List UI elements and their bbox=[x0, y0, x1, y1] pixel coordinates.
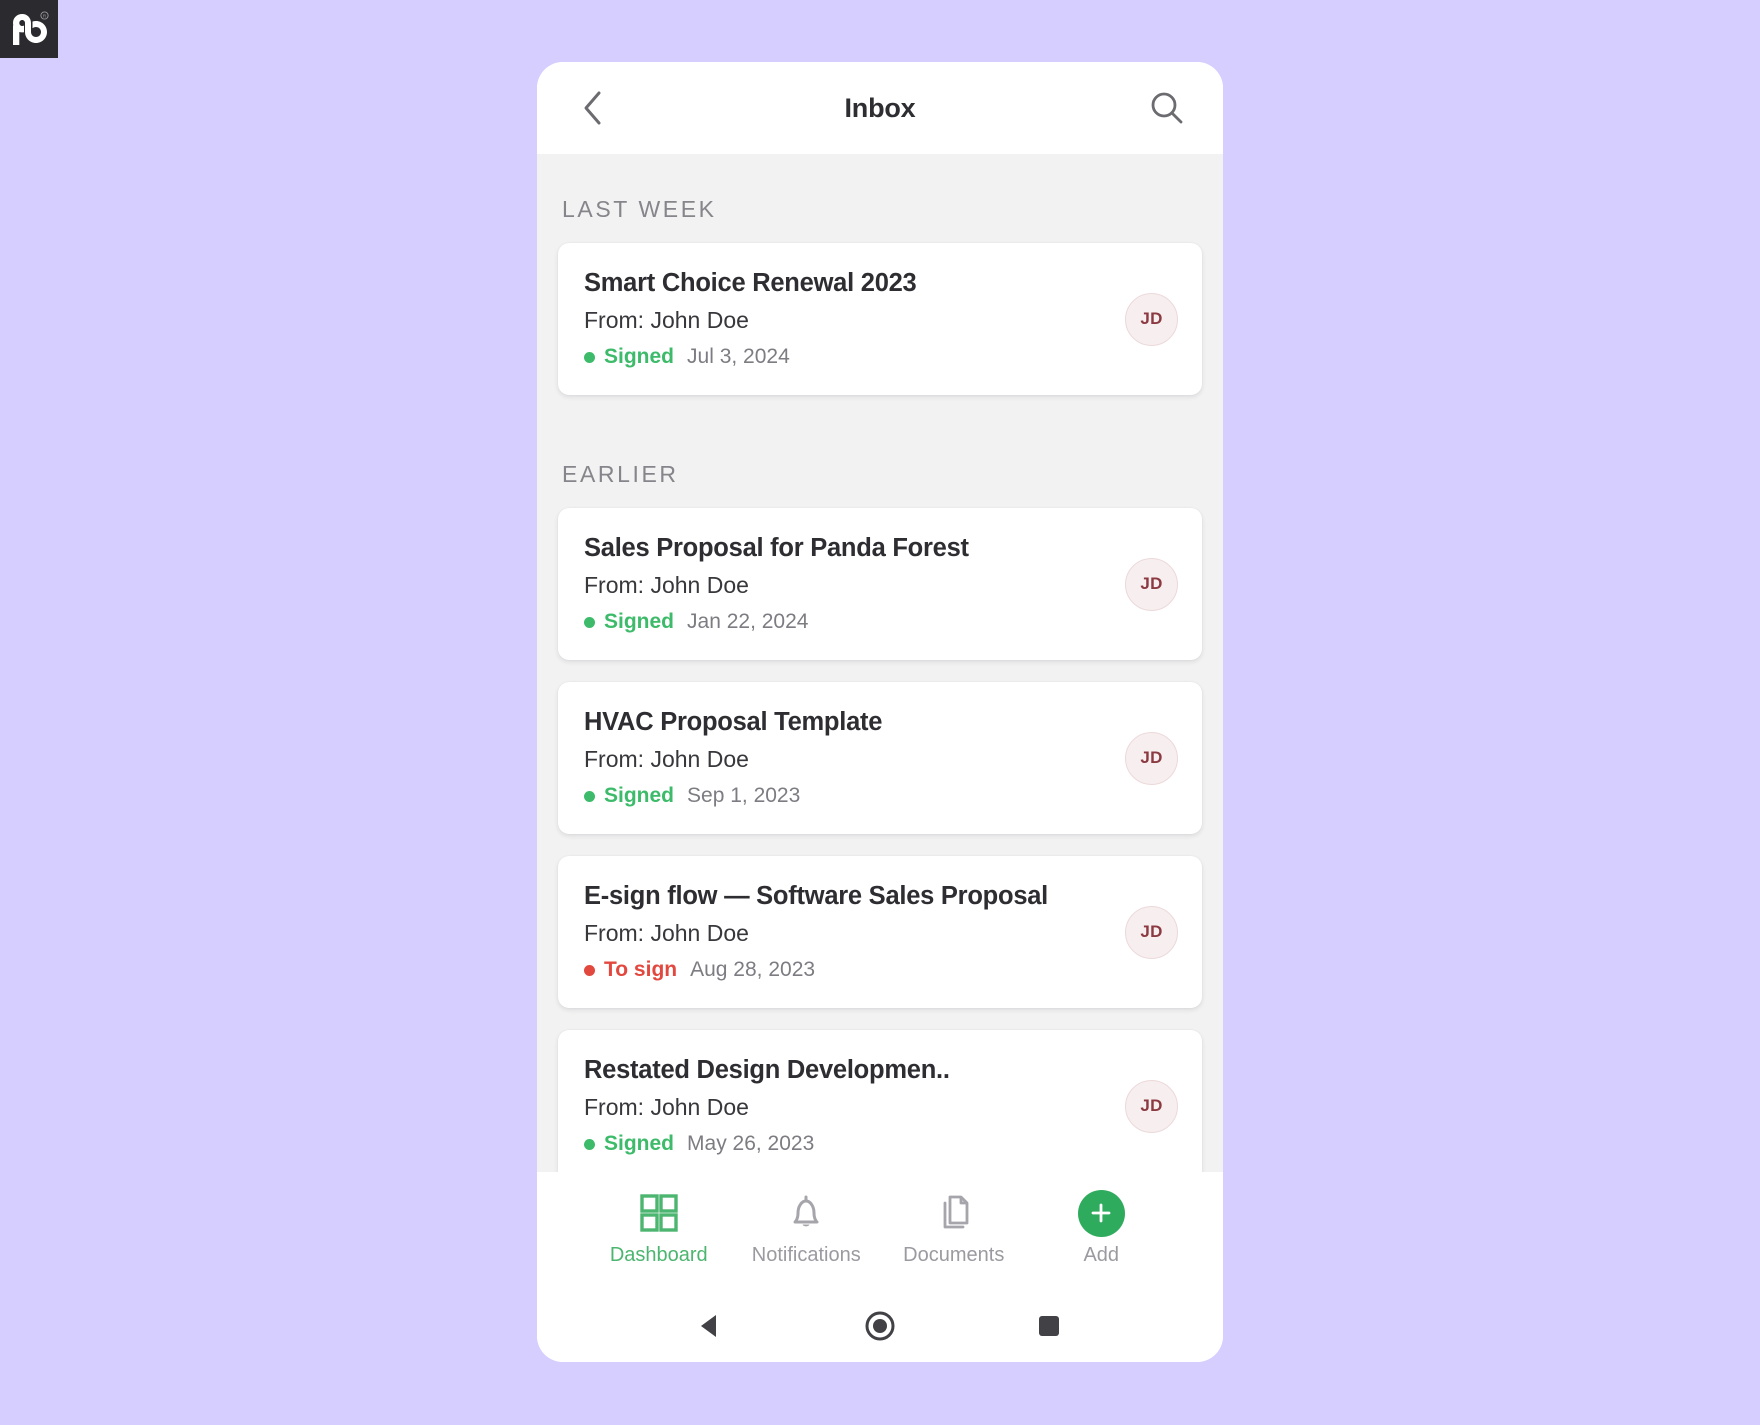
document-date: Sep 1, 2023 bbox=[687, 784, 801, 807]
avatar: JD bbox=[1125, 731, 1178, 785]
document-card[interactable]: HVAC Proposal Template From: John Doe Si… bbox=[558, 682, 1202, 834]
document-sender: From: John Doe bbox=[584, 572, 749, 598]
android-system-nav bbox=[537, 1290, 1223, 1362]
android-recents-button[interactable] bbox=[1021, 1302, 1077, 1350]
status-badge: Signed bbox=[604, 1132, 675, 1155]
document-status-row: Signed Jul 3, 2024 bbox=[584, 345, 1109, 369]
document-info: Sales Proposal for Panda Forest From: Jo… bbox=[584, 534, 1109, 634]
status-badge: To sign bbox=[604, 958, 678, 981]
status-dot bbox=[584, 1138, 595, 1150]
nav-item-documents[interactable]: Documents bbox=[880, 1190, 1028, 1267]
document-status-row: Signed May 26, 2023 bbox=[584, 1132, 1109, 1156]
nav-icon-wrap bbox=[785, 1190, 827, 1236]
document-info: HVAC Proposal Template From: John Doe Si… bbox=[584, 708, 1109, 808]
search-button[interactable] bbox=[1141, 82, 1193, 134]
nav-icon-wrap bbox=[638, 1190, 680, 1236]
documents-icon bbox=[943, 1195, 969, 1229]
document-date: Jul 3, 2024 bbox=[687, 345, 790, 368]
document-card[interactable]: Smart Choice Renewal 2023 From: John Doe… bbox=[558, 243, 1202, 395]
nav-item-dashboard[interactable]: Dashboard bbox=[585, 1190, 733, 1267]
document-sender: From: John Doe bbox=[584, 746, 749, 772]
status-dot bbox=[584, 790, 595, 802]
document-card[interactable]: E-sign flow — Software Sales Proposal Fr… bbox=[558, 856, 1202, 1008]
document-info: Restated Design Developmen.. From: John … bbox=[584, 1056, 1109, 1156]
nav-icon-wrap bbox=[1077, 1189, 1125, 1237]
document-status-row: To sign Aug 28, 2023 bbox=[584, 958, 1109, 982]
bottom-navigation: Dashboard Notifications Documents Add bbox=[537, 1172, 1223, 1290]
document-info: E-sign flow — Software Sales Proposal Fr… bbox=[584, 882, 1109, 982]
status-dot bbox=[584, 351, 595, 363]
document-date: Jan 22, 2024 bbox=[687, 610, 809, 633]
document-sender: From: John Doe bbox=[584, 307, 749, 333]
document-sender: From: John Doe bbox=[584, 920, 749, 946]
nav-icon-wrap bbox=[933, 1190, 975, 1236]
search-icon bbox=[1151, 92, 1183, 124]
document-list[interactable]: LAST WEEK Smart Choice Renewal 2023 From… bbox=[537, 154, 1223, 1172]
avatar: JD bbox=[1125, 292, 1178, 346]
nav-item-add[interactable]: Add bbox=[1028, 1189, 1176, 1267]
avatar: JD bbox=[1125, 905, 1178, 959]
status-badge: Signed bbox=[604, 784, 675, 807]
pandadoc-logo-icon: R bbox=[13, 11, 49, 45]
chevron-left-icon bbox=[584, 91, 601, 125]
nav-label: Dashboard bbox=[609, 1244, 708, 1266]
status-dot bbox=[584, 964, 595, 976]
section-header-last-week: LAST WEEK bbox=[562, 196, 717, 222]
app-header: Inbox bbox=[537, 62, 1223, 154]
page-title: Inbox bbox=[844, 92, 916, 123]
document-status-row: Signed Sep 1, 2023 bbox=[584, 784, 1109, 808]
status-badge: Signed bbox=[604, 345, 675, 368]
android-home-icon bbox=[865, 1311, 895, 1341]
avatar: JD bbox=[1125, 557, 1178, 611]
pandadoc-logo-badge: R bbox=[0, 0, 58, 58]
android-recents-icon bbox=[1038, 1316, 1059, 1336]
nav-item-notifications[interactable]: Notifications bbox=[733, 1190, 881, 1267]
grid-icon bbox=[640, 1194, 678, 1232]
svg-text:R: R bbox=[43, 14, 47, 19]
android-back-icon bbox=[701, 1315, 717, 1337]
nav-label: Add bbox=[1083, 1244, 1120, 1266]
document-title: Smart Choice Renewal 2023 bbox=[584, 269, 917, 297]
add-fab-button[interactable] bbox=[1077, 1189, 1125, 1237]
back-button[interactable] bbox=[567, 82, 619, 134]
phone-frame: Inbox LAST WEEK Smart Choice Renewal 202… bbox=[537, 62, 1223, 1362]
android-back-button[interactable] bbox=[683, 1302, 739, 1350]
status-badge: Signed bbox=[604, 610, 675, 633]
document-date: Aug 28, 2023 bbox=[690, 958, 816, 981]
document-card[interactable]: Restated Design Developmen.. From: John … bbox=[558, 1030, 1202, 1172]
document-title: Restated Design Developmen.. bbox=[584, 1056, 950, 1084]
document-title: E-sign flow — Software Sales Proposal bbox=[584, 882, 1049, 910]
plus-icon bbox=[1091, 1203, 1111, 1223]
nav-label: Notifications bbox=[751, 1244, 861, 1266]
document-status-row: Signed Jan 22, 2024 bbox=[584, 610, 1109, 634]
document-card[interactable]: Sales Proposal for Panda Forest From: Jo… bbox=[558, 508, 1202, 660]
document-date: May 26, 2023 bbox=[687, 1132, 815, 1155]
nav-label: Documents bbox=[903, 1244, 1005, 1266]
document-title: Sales Proposal for Panda Forest bbox=[584, 534, 969, 562]
bell-icon bbox=[793, 1195, 819, 1227]
avatar: JD bbox=[1125, 1079, 1178, 1133]
section-header-earlier: EARLIER bbox=[562, 461, 679, 487]
document-info: Smart Choice Renewal 2023 From: John Doe… bbox=[584, 269, 1109, 369]
status-dot bbox=[584, 616, 595, 628]
android-home-button[interactable] bbox=[852, 1302, 908, 1350]
document-title: HVAC Proposal Template bbox=[584, 708, 883, 736]
document-sender: From: John Doe bbox=[584, 1094, 749, 1120]
